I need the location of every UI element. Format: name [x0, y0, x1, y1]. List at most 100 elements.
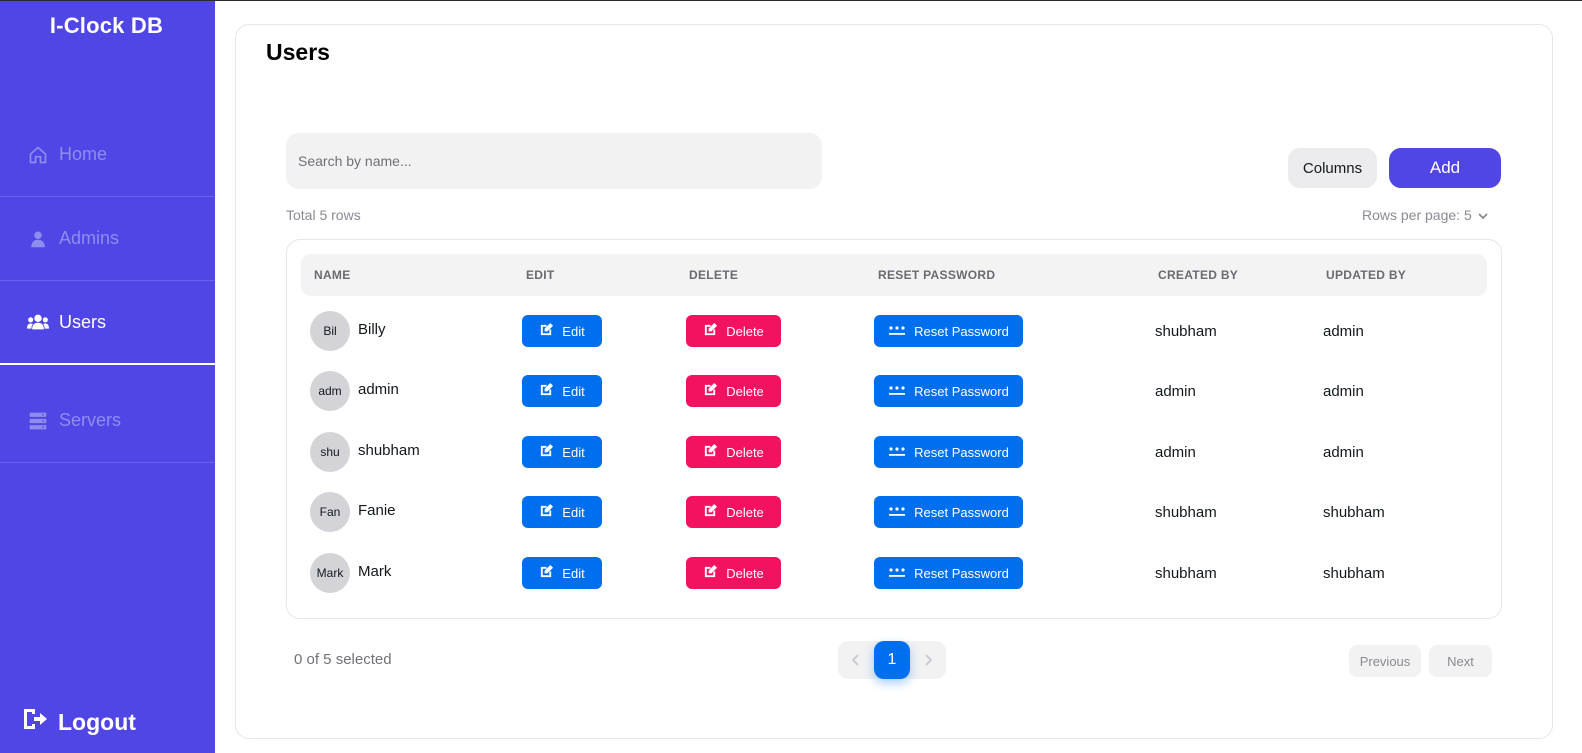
edit-icon — [539, 322, 554, 340]
users-icon — [27, 311, 49, 333]
reset-password-label: Reset Password — [914, 383, 1009, 399]
rows-per-page-select[interactable]: Rows per page: 5 — [1362, 207, 1488, 223]
logout-label: Logout — [58, 708, 136, 735]
page-title: Users — [266, 39, 330, 65]
reset-password-label: Reset Password — [914, 323, 1009, 339]
edit-icon — [539, 443, 554, 461]
page-button-current[interactable]: 1 — [874, 641, 910, 679]
avatar: shu — [310, 432, 350, 472]
edit-label: Edit — [562, 444, 585, 460]
previous-button[interactable]: Previous — [1349, 645, 1421, 677]
created-by-cell: shubham — [1155, 323, 1217, 340]
delete-label: Delete — [726, 383, 764, 399]
reset-password-label: Reset Password — [914, 444, 1009, 460]
user-icon — [27, 228, 49, 250]
edit-button[interactable]: Edit — [522, 315, 602, 347]
sidebar: I-Clock DB Home Admins Users Servers Log… — [0, 1, 215, 753]
sidebar-item-label: Home — [59, 144, 108, 164]
updated-by-cell: admin — [1323, 383, 1364, 400]
chevron-left-icon[interactable] — [838, 641, 874, 679]
delete-button[interactable]: Delete — [686, 375, 781, 407]
password-icon — [888, 384, 906, 399]
table-row[interactable]: Fan Fanie Edit Delete Reset Password shu… — [287, 482, 1503, 542]
column-header-edit[interactable]: EDIT — [526, 254, 555, 296]
column-header-name[interactable]: NAME — [314, 254, 351, 296]
add-button[interactable]: Add — [1389, 148, 1501, 188]
created-by-cell: shubham — [1155, 504, 1217, 521]
avatar: Fan — [310, 492, 350, 532]
reset-password-button[interactable]: Reset Password — [874, 557, 1023, 589]
delete-label: Delete — [726, 323, 764, 339]
app-title: I-Clock DB — [49, 13, 164, 38]
delete-button[interactable]: Delete — [686, 436, 781, 468]
table-row[interactable]: adm admin Edit Delete Reset Password adm… — [287, 361, 1503, 421]
edit-label: Edit — [562, 383, 585, 399]
edit-button[interactable]: Edit — [522, 436, 602, 468]
selection-status: 0 of 5 selected — [294, 651, 392, 668]
edit-icon — [539, 503, 554, 521]
edit-icon — [539, 382, 554, 400]
chevron-down-icon — [1478, 207, 1488, 223]
edit-button[interactable]: Edit — [522, 496, 602, 528]
logout-icon — [22, 707, 48, 737]
delete-icon — [703, 382, 718, 400]
delete-icon — [703, 443, 718, 461]
reset-password-button[interactable]: Reset Password — [874, 496, 1023, 528]
rows-per-page-label: Rows per page: 5 — [1362, 207, 1472, 223]
sidebar-item-servers[interactable]: Servers — [0, 379, 215, 463]
reset-password-button[interactable]: Reset Password — [874, 436, 1023, 468]
column-header-updated-by[interactable]: UPDATED BY — [1326, 254, 1406, 296]
edit-label: Edit — [562, 565, 585, 581]
window-top-border — [0, 0, 1582, 1]
users-card: Users Columns Add Total 5 rows Rows per … — [235, 24, 1553, 739]
password-icon — [888, 505, 906, 520]
reset-password-label: Reset Password — [914, 504, 1009, 520]
logout-button[interactable]: Logout — [22, 707, 136, 737]
reset-password-button[interactable]: Reset Password — [874, 375, 1023, 407]
delete-label: Delete — [726, 565, 764, 581]
reset-password-label: Reset Password — [914, 565, 1009, 581]
sidebar-item-label: Users — [59, 311, 107, 332]
sidebar-item-label: Admins — [59, 228, 120, 248]
sidebar-item-home[interactable]: Home — [0, 113, 215, 197]
delete-button[interactable]: Delete — [686, 557, 781, 589]
user-name: shubham — [358, 442, 420, 459]
updated-by-cell: admin — [1323, 444, 1364, 461]
user-name: Fanie — [358, 502, 396, 519]
edit-label: Edit — [562, 504, 585, 520]
delete-icon — [703, 564, 718, 582]
delete-button[interactable]: Delete — [686, 496, 781, 528]
created-by-cell: admin — [1155, 444, 1196, 461]
chevron-right-icon[interactable] — [910, 641, 946, 679]
avatar: Mark — [310, 553, 350, 593]
table-row[interactable]: Mark Mark Edit Delete Reset Password shu… — [287, 543, 1503, 603]
column-header-delete[interactable]: DELETE — [689, 254, 738, 296]
delete-button[interactable]: Delete — [686, 315, 781, 347]
delete-label: Delete — [726, 444, 764, 460]
table-header: NAME EDIT DELETE RESET PASSWORD CREATED … — [301, 254, 1487, 296]
user-name: admin — [358, 381, 399, 398]
password-icon — [888, 324, 906, 339]
reset-password-button[interactable]: Reset Password — [874, 315, 1023, 347]
updated-by-cell: shubham — [1323, 565, 1385, 582]
edit-label: Edit — [562, 323, 585, 339]
sidebar-item-users[interactable]: Users — [0, 281, 215, 365]
delete-label: Delete — [726, 504, 764, 520]
sidebar-item-admins[interactable]: Admins — [0, 197, 215, 281]
edit-button[interactable]: Edit — [522, 557, 602, 589]
delete-icon — [703, 503, 718, 521]
table-row[interactable]: Bil Billy Edit Delete Reset Password shu… — [287, 301, 1503, 361]
updated-by-cell: admin — [1323, 323, 1364, 340]
table-row[interactable]: shu shubham Edit Delete Reset Password a… — [287, 422, 1503, 482]
next-button[interactable]: Next — [1429, 645, 1492, 677]
avatar: adm — [310, 371, 350, 411]
user-name: Billy — [358, 321, 386, 338]
columns-button[interactable]: Columns — [1288, 148, 1377, 188]
search-input[interactable] — [286, 133, 822, 189]
delete-icon — [703, 322, 718, 340]
column-header-created-by[interactable]: CREATED BY — [1158, 254, 1238, 296]
total-rows-label: Total 5 rows — [286, 207, 361, 223]
column-header-reset-password[interactable]: RESET PASSWORD — [878, 254, 995, 296]
edit-button[interactable]: Edit — [522, 375, 602, 407]
pagination: 1 — [838, 641, 946, 679]
